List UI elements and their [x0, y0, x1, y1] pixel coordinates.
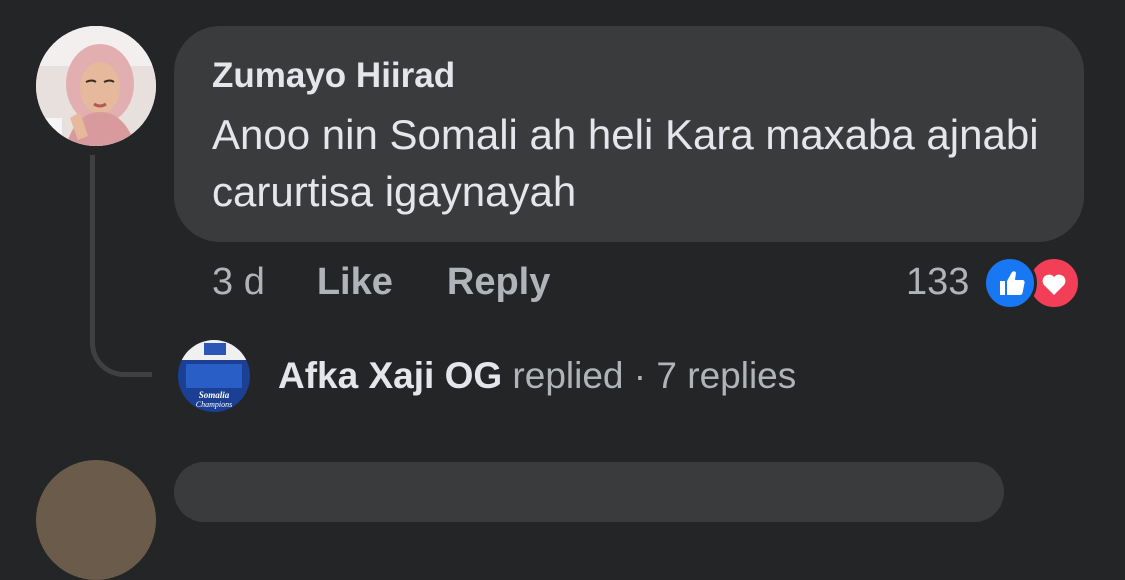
- reply-author-name: Afka Xaji OG: [278, 355, 503, 396]
- reply-separator: ·: [633, 355, 647, 396]
- profile-photo-icon: [36, 26, 156, 146]
- reaction-icons: [983, 255, 1083, 310]
- comment-author[interactable]: Zumayo Hiirad: [212, 56, 1046, 96]
- reply-count: 7 replies: [656, 355, 797, 396]
- comment-bubble: Zumayo Hiirad Anoo nin Somali ah heli Ka…: [174, 26, 1084, 242]
- reactions-summary[interactable]: 133: [906, 255, 1083, 310]
- like-button[interactable]: Like: [317, 261, 393, 304]
- team-badge-icon: Somalia Champions: [178, 340, 250, 412]
- view-replies-link[interactable]: Afka Xaji OG replied · 7 replies: [278, 352, 796, 400]
- reaction-count: 133: [906, 260, 970, 303]
- comment-actions: 3 d Like Reply: [212, 258, 604, 306]
- reply-verb: replied: [512, 355, 624, 396]
- like-icon: [983, 256, 1038, 310]
- avatar[interactable]: [36, 26, 156, 146]
- next-comment-avatar[interactable]: [36, 460, 156, 580]
- reply-button[interactable]: Reply: [447, 261, 550, 304]
- avatar-caption-2: Champions: [196, 400, 232, 409]
- thread-connector-line: [90, 155, 152, 377]
- reply-author-avatar[interactable]: Somalia Champions: [178, 340, 250, 412]
- comment-text: Anoo nin Somali ah heli Kara maxaba ajna…: [212, 111, 1039, 215]
- next-comment-bubble: [174, 462, 1004, 522]
- avatar-caption-1: Somalia: [199, 390, 230, 400]
- comment-timestamp[interactable]: 3 d: [212, 261, 265, 304]
